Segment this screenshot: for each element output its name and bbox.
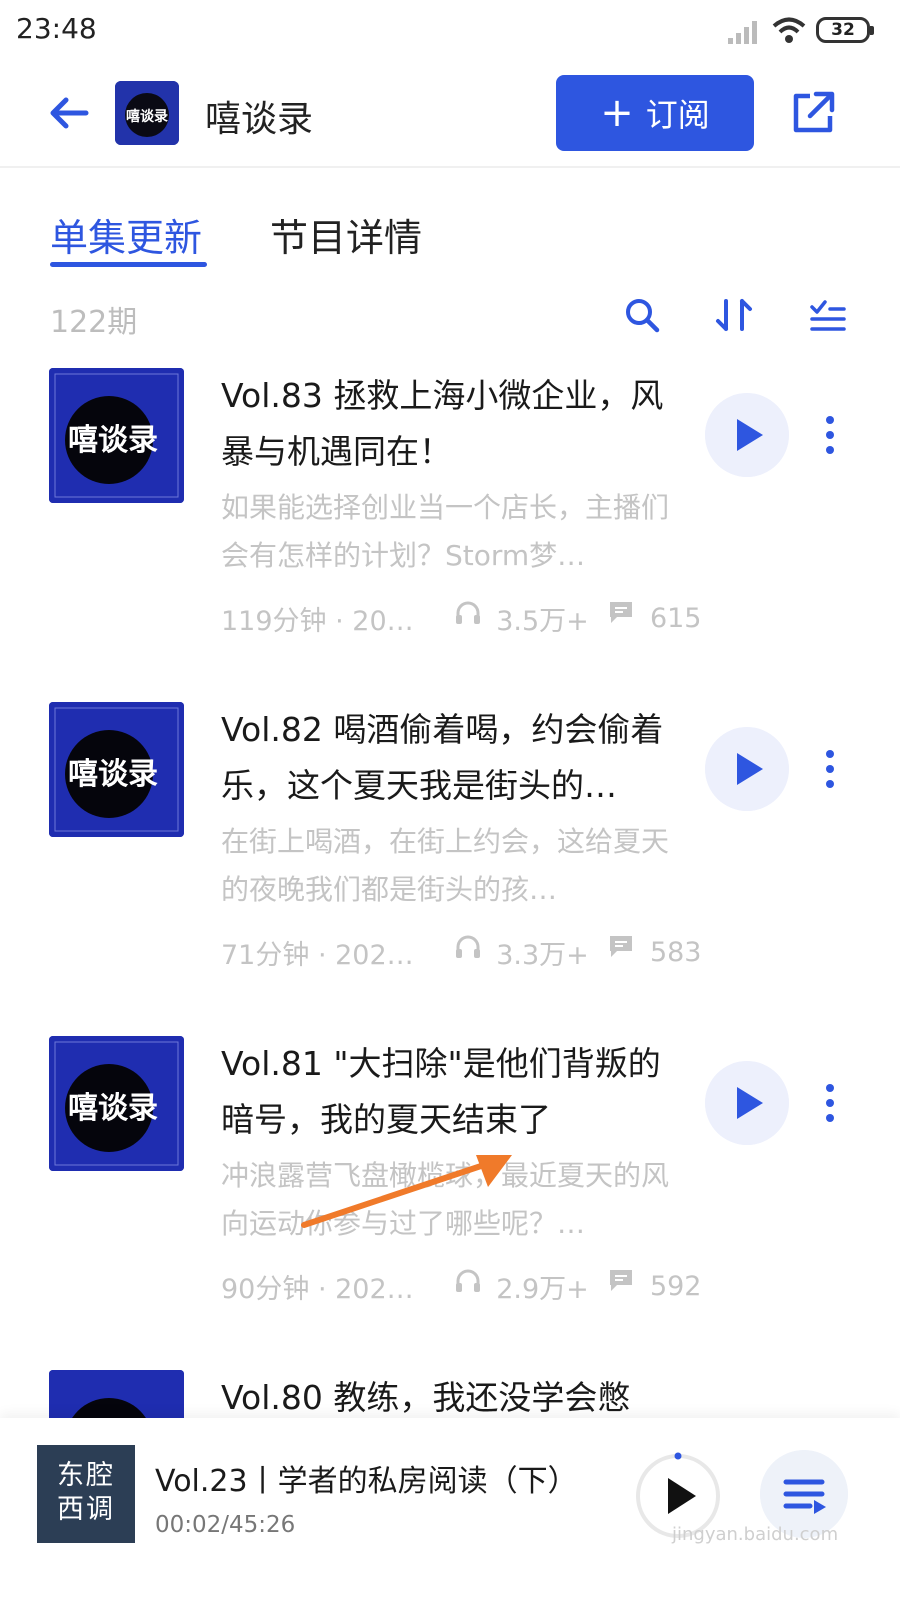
- headphones-icon: [455, 935, 480, 958]
- more-icon[interactable]: [816, 748, 844, 790]
- episode-cover: 嘻谈录: [49, 702, 184, 837]
- status-bar: 23:48 32: [0, 0, 900, 62]
- episode-title: Vol.80 教练，我还没学会憋: [221, 1378, 631, 1417]
- share-icon[interactable]: [788, 88, 838, 138]
- episode-cover-text: 嘻谈录: [68, 757, 158, 792]
- comment-icon: [610, 602, 633, 623]
- battery-icon: 32: [816, 17, 874, 43]
- subscribe-label: 订阅: [645, 96, 710, 134]
- episode-cover-art: 嘻谈录: [49, 368, 184, 503]
- episode-item[interactable]: 嘻谈录 Vol.82 喝酒偷着喝，约会偷着乐，这个夏天我是街头的… 在街上喝酒，…: [0, 702, 900, 1036]
- subscribe-button[interactable]: + 订阅: [556, 75, 754, 151]
- episode-plays: 2.9万+: [496, 1274, 589, 1305]
- episode-cover: 嘻谈录: [49, 1036, 184, 1171]
- episode-item[interactable]: 嘻谈录 Vol.83 拯救上海小微企业，风暴与机遇同在！ 如果能选择创业当一个店…: [0, 368, 900, 702]
- comment-icon: [610, 936, 633, 957]
- episode-meta: 71分钟 · 2022… 3.3万+ 583: [221, 932, 701, 972]
- episode-cover: 嘻谈录: [49, 1370, 184, 1418]
- search-icon[interactable]: [622, 295, 662, 335]
- play-icon[interactable]: [705, 1061, 789, 1145]
- episode-title: Vol.83 拯救上海小微企业，风暴与机遇同在！: [221, 376, 664, 471]
- sort-icon[interactable]: [714, 295, 754, 335]
- player-cover: 东腔 西调: [37, 1445, 135, 1543]
- episode-comments: 592: [649, 1271, 702, 1302]
- episode-comments: 583: [649, 937, 702, 968]
- back-arrow-icon[interactable]: [44, 88, 94, 138]
- podcast-logo-text: 嘻谈录: [126, 108, 168, 125]
- watermark: jingyan.baidu.com: [672, 1524, 839, 1545]
- episode-comments: 615: [649, 603, 702, 634]
- episode-duration: 71分钟 · 2022…: [221, 940, 421, 971]
- plus-icon: +: [600, 90, 634, 136]
- app-header: 嘻谈录 嘻谈录 + 订阅: [0, 62, 900, 168]
- play-icon[interactable]: [705, 393, 789, 477]
- episode-cover-art: 嘻谈录: [49, 702, 184, 837]
- tab-active-indicator: [50, 262, 207, 267]
- wifi-icon: [772, 17, 806, 43]
- podcast-title: 嘻谈录: [205, 99, 314, 140]
- episode-title: Vol.81 "大扫除"是他们背叛的暗号，我的夏天结束了: [221, 1044, 661, 1139]
- episode-duration: 119分钟 · 202…: [221, 606, 421, 637]
- episode-count: 122期: [50, 305, 138, 340]
- episode-title: Vol.82 喝酒偷着喝，约会偷着乐，这个夏天我是街头的…: [221, 710, 664, 805]
- status-time: 23:48: [16, 12, 97, 45]
- more-icon[interactable]: [816, 1082, 844, 1124]
- player-cover-line1: 东腔: [57, 1460, 115, 1491]
- episode-description: 冲浪露营飞盘橄榄球，最近夏天的风向运动你参与过了哪些呢？…: [221, 1159, 670, 1240]
- episode-meta: 90分钟 · 2022… 2.9万+ 592: [221, 1266, 701, 1306]
- episode-item[interactable]: 嘻谈录 Vol.81 "大扫除"是他们背叛的暗号，我的夏天结束了 冲浪露营飞盘橄…: [0, 1036, 900, 1370]
- episode-cover: 嘻谈录: [49, 368, 184, 503]
- player-title: Vol.23丨学者的私房阅读（下）: [155, 1464, 578, 1499]
- signal-icon: [728, 21, 757, 44]
- episode-description: 如果能选择创业当一个店长，主播们会有怎样的计划？Storm梦…: [221, 491, 670, 572]
- play-icon[interactable]: [705, 727, 789, 811]
- podcast-logo: 嘻谈录: [115, 81, 179, 145]
- episode-item[interactable]: 嘻谈录 Vol.80 教练，我还没学会憋: [0, 1370, 900, 1418]
- episode-plays: 3.3万+: [496, 940, 589, 971]
- episode-duration: 90分钟 · 2022…: [221, 1274, 421, 1305]
- episode-plays: 3.5万+: [496, 606, 589, 637]
- player-cover-line2: 西调: [57, 1494, 115, 1525]
- tab-episodes[interactable]: 单集更新: [50, 207, 202, 262]
- headphones-icon: [455, 1269, 480, 1292]
- tab-details[interactable]: 节目详情: [270, 207, 422, 262]
- podcast-logo-art: 嘻谈录: [115, 81, 179, 145]
- episode-cover-text: 嘻谈录: [68, 423, 158, 458]
- episode-cover-art: 嘻谈录: [49, 1036, 184, 1171]
- episode-cover-text: 嘻谈录: [68, 1091, 158, 1126]
- player-time: 00:02/45:26: [155, 1512, 296, 1538]
- more-icon[interactable]: [816, 414, 844, 456]
- episode-description: 在街上喝酒，在街上约会，这给夏天的夜晚我们都是街头的孩…: [221, 825, 670, 906]
- mini-player[interactable]: 东腔 西调 Vol.23丨学者的私房阅读（下） 00:02/45:26: [0, 1418, 900, 1600]
- headphones-icon: [455, 601, 480, 624]
- episode-cover-art: 嘻谈录: [49, 1370, 184, 1418]
- episode-meta: 119分钟 · 202… 3.5万+ 615: [221, 598, 701, 638]
- multi-select-icon[interactable]: [808, 295, 848, 335]
- comment-icon: [610, 1270, 633, 1291]
